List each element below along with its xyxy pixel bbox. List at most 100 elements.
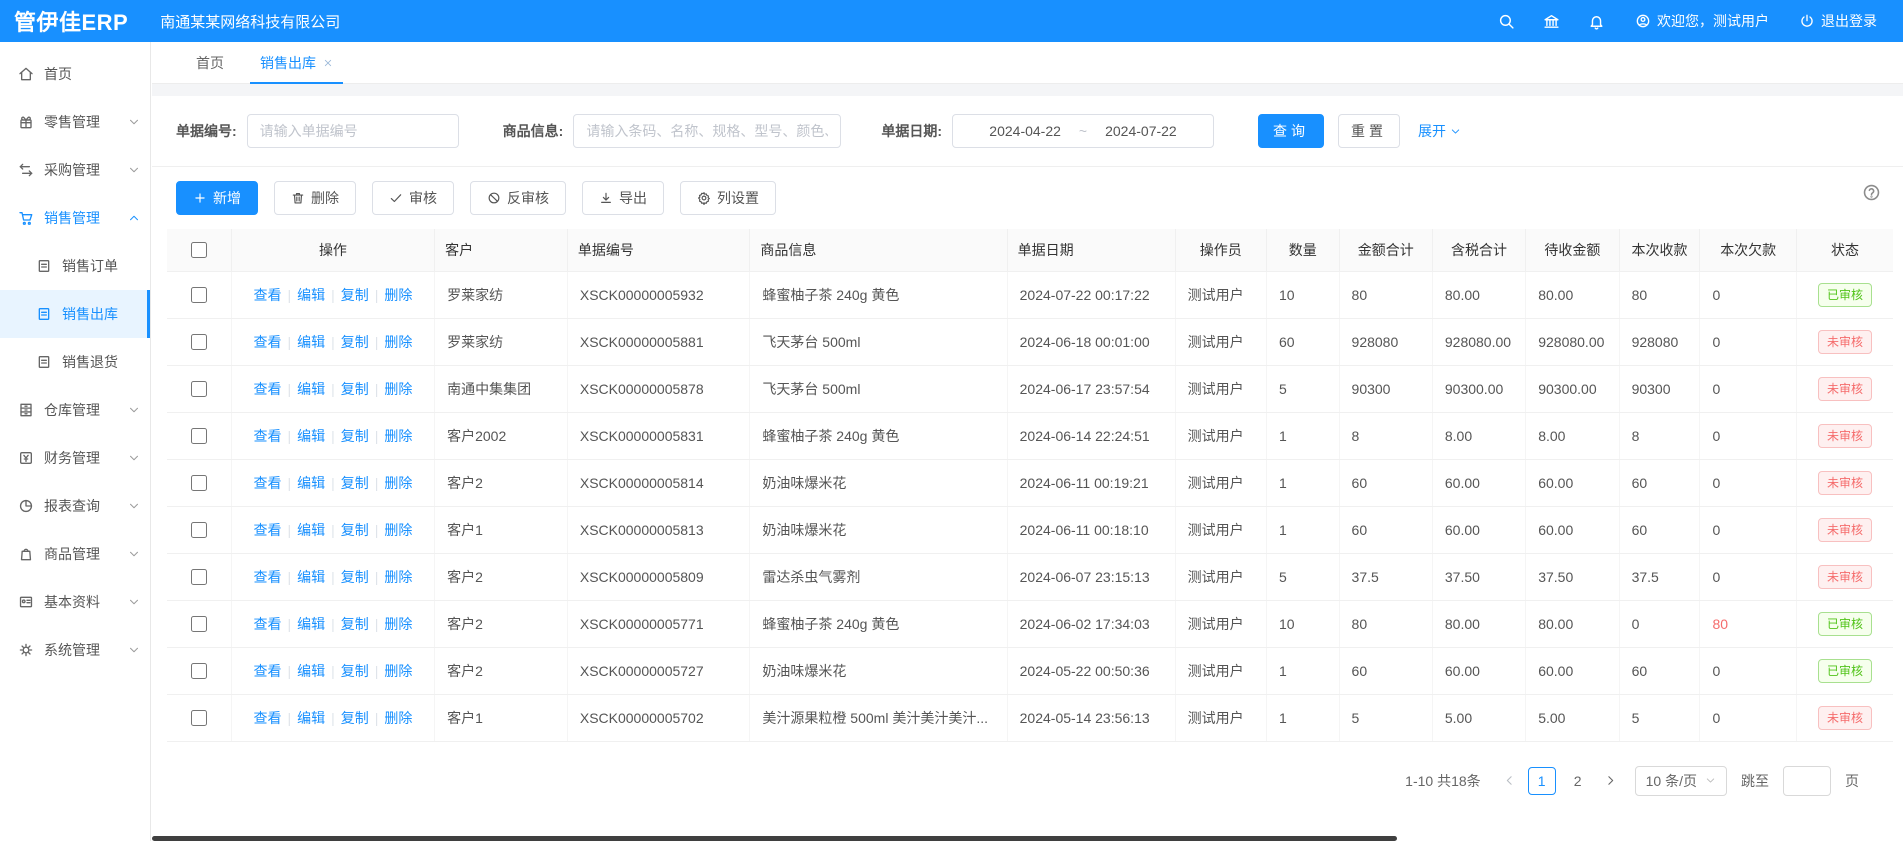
row-action-view[interactable]: 查看 bbox=[253, 428, 281, 444]
welcome-user[interactable]: 欢迎您，测试用户 bbox=[1635, 11, 1769, 31]
row-action-edit[interactable]: 编辑 bbox=[297, 522, 325, 538]
help-icon[interactable] bbox=[1862, 183, 1881, 202]
row-action-delete[interactable]: 删除 bbox=[384, 663, 412, 679]
row-action-delete[interactable]: 删除 bbox=[384, 334, 412, 350]
delete-button[interactable]: 删除 bbox=[274, 181, 356, 215]
row-action-copy[interactable]: 复制 bbox=[341, 522, 369, 538]
row-action-view[interactable]: 查看 bbox=[253, 475, 281, 491]
tab-home[interactable]: 首页 bbox=[178, 42, 242, 83]
reset-button[interactable]: 重置 bbox=[1338, 114, 1400, 148]
unaudit-button[interactable]: 反审核 bbox=[470, 181, 566, 215]
row-checkbox[interactable] bbox=[191, 522, 207, 538]
date-range-picker[interactable]: 2024-04-22 ~ 2024-07-22 bbox=[952, 114, 1214, 148]
row-action-edit[interactable]: 编辑 bbox=[297, 475, 325, 491]
columns-button[interactable]: 列设置 bbox=[680, 181, 776, 215]
action-separator: | bbox=[375, 287, 379, 303]
bill-no-input[interactable] bbox=[247, 114, 459, 148]
expand-link[interactable]: 展开 bbox=[1418, 121, 1461, 141]
page-size-select[interactable]: 10 条/页 bbox=[1635, 766, 1727, 796]
row-action-copy[interactable]: 复制 bbox=[341, 428, 369, 444]
row-checkbox[interactable] bbox=[191, 334, 207, 350]
row-action-copy[interactable]: 复制 bbox=[341, 334, 369, 350]
prev-page-button[interactable] bbox=[1499, 774, 1520, 787]
row-action-copy[interactable]: 复制 bbox=[341, 710, 369, 726]
row-checkbox[interactable] bbox=[191, 663, 207, 679]
row-action-view[interactable]: 查看 bbox=[253, 616, 281, 632]
search-button[interactable]: 查询 bbox=[1258, 114, 1324, 148]
cell-received: 928080 bbox=[1619, 318, 1700, 365]
sidebar-item-warehouse[interactable]: 仓库管理 bbox=[0, 386, 150, 434]
row-checkbox[interactable] bbox=[191, 710, 207, 726]
row-action-edit[interactable]: 编辑 bbox=[297, 663, 325, 679]
row-action-copy[interactable]: 复制 bbox=[341, 663, 369, 679]
row-checkbox[interactable] bbox=[191, 428, 207, 444]
row-action-copy[interactable]: 复制 bbox=[341, 287, 369, 303]
action-separator: | bbox=[287, 616, 291, 632]
row-action-delete[interactable]: 删除 bbox=[384, 522, 412, 538]
row-action-view[interactable]: 查看 bbox=[253, 569, 281, 585]
row-action-delete[interactable]: 删除 bbox=[384, 475, 412, 491]
sidebar-item-sales[interactable]: 销售管理 bbox=[0, 194, 150, 242]
row-checkbox-cell bbox=[167, 271, 231, 318]
sidebar-item-sales-outbound[interactable]: 销售出库 bbox=[0, 290, 150, 338]
bell-icon[interactable] bbox=[1588, 13, 1605, 30]
row-action-copy[interactable]: 复制 bbox=[341, 381, 369, 397]
row-action-view[interactable]: 查看 bbox=[253, 287, 281, 303]
row-action-delete[interactable]: 删除 bbox=[384, 710, 412, 726]
row-action-edit[interactable]: 编辑 bbox=[297, 569, 325, 585]
row-action-edit[interactable]: 编辑 bbox=[297, 287, 325, 303]
jump-page-input[interactable] bbox=[1783, 766, 1831, 796]
row-action-copy[interactable]: 复制 bbox=[341, 569, 369, 585]
horizontal-scrollbar-thumb[interactable] bbox=[152, 836, 1397, 841]
sidebar-item-sales-return[interactable]: 销售退货 bbox=[0, 338, 150, 386]
row-action-delete[interactable]: 删除 bbox=[384, 428, 412, 444]
row-checkbox[interactable] bbox=[191, 381, 207, 397]
sidebar-item-report[interactable]: 报表查询 bbox=[0, 482, 150, 530]
row-checkbox[interactable] bbox=[191, 475, 207, 491]
row-action-view[interactable]: 查看 bbox=[253, 381, 281, 397]
export-button[interactable]: 导出 bbox=[582, 181, 664, 215]
row-action-delete[interactable]: 删除 bbox=[384, 569, 412, 585]
page-number-1[interactable]: 1 bbox=[1528, 767, 1556, 795]
home-icon bbox=[18, 66, 34, 82]
row-checkbox-cell bbox=[167, 694, 231, 741]
row-action-view[interactable]: 查看 bbox=[253, 663, 281, 679]
row-action-edit[interactable]: 编辑 bbox=[297, 710, 325, 726]
row-action-copy[interactable]: 复制 bbox=[341, 475, 369, 491]
sidebar-item-system[interactable]: 系统管理 bbox=[0, 626, 150, 674]
product-info-input[interactable] bbox=[573, 114, 841, 148]
add-button[interactable]: 新增 bbox=[176, 181, 258, 215]
row-action-view[interactable]: 查看 bbox=[253, 710, 281, 726]
sidebar-item-finance[interactable]: 财务管理 bbox=[0, 434, 150, 482]
sidebar-item-retail[interactable]: 零售管理 bbox=[0, 98, 150, 146]
row-checkbox[interactable] bbox=[191, 569, 207, 585]
row-action-edit[interactable]: 编辑 bbox=[297, 428, 325, 444]
bank-icon[interactable] bbox=[1543, 13, 1560, 30]
close-icon[interactable] bbox=[323, 58, 333, 68]
cell-customer: 客户1 bbox=[435, 694, 568, 741]
tab-sales-outbound[interactable]: 销售出库 bbox=[242, 42, 351, 83]
status-badge: 未审核 bbox=[1818, 518, 1872, 542]
sidebar-item-goods[interactable]: 商品管理 bbox=[0, 530, 150, 578]
row-checkbox[interactable] bbox=[191, 616, 207, 632]
logout-button[interactable]: 退出登录 bbox=[1799, 11, 1877, 31]
row-action-edit[interactable]: 编辑 bbox=[297, 616, 325, 632]
search-icon[interactable] bbox=[1498, 13, 1515, 30]
row-action-edit[interactable]: 编辑 bbox=[297, 334, 325, 350]
sidebar-item-purchase[interactable]: 采购管理 bbox=[0, 146, 150, 194]
row-action-edit[interactable]: 编辑 bbox=[297, 381, 325, 397]
row-action-view[interactable]: 查看 bbox=[253, 334, 281, 350]
row-action-copy[interactable]: 复制 bbox=[341, 616, 369, 632]
row-action-delete[interactable]: 删除 bbox=[384, 381, 412, 397]
row-checkbox[interactable] bbox=[191, 287, 207, 303]
sidebar-item-sales-order[interactable]: 销售订单 bbox=[0, 242, 150, 290]
page-number-2[interactable]: 2 bbox=[1564, 767, 1592, 795]
select-all-checkbox[interactable] bbox=[191, 242, 207, 258]
sidebar-item-basic-data[interactable]: 基本资料 bbox=[0, 578, 150, 626]
sidebar-item-home[interactable]: 首页 bbox=[0, 50, 150, 98]
row-action-view[interactable]: 查看 bbox=[253, 522, 281, 538]
row-action-delete[interactable]: 删除 bbox=[384, 616, 412, 632]
audit-button[interactable]: 审核 bbox=[372, 181, 454, 215]
row-action-delete[interactable]: 删除 bbox=[384, 287, 412, 303]
next-page-button[interactable] bbox=[1600, 774, 1621, 787]
